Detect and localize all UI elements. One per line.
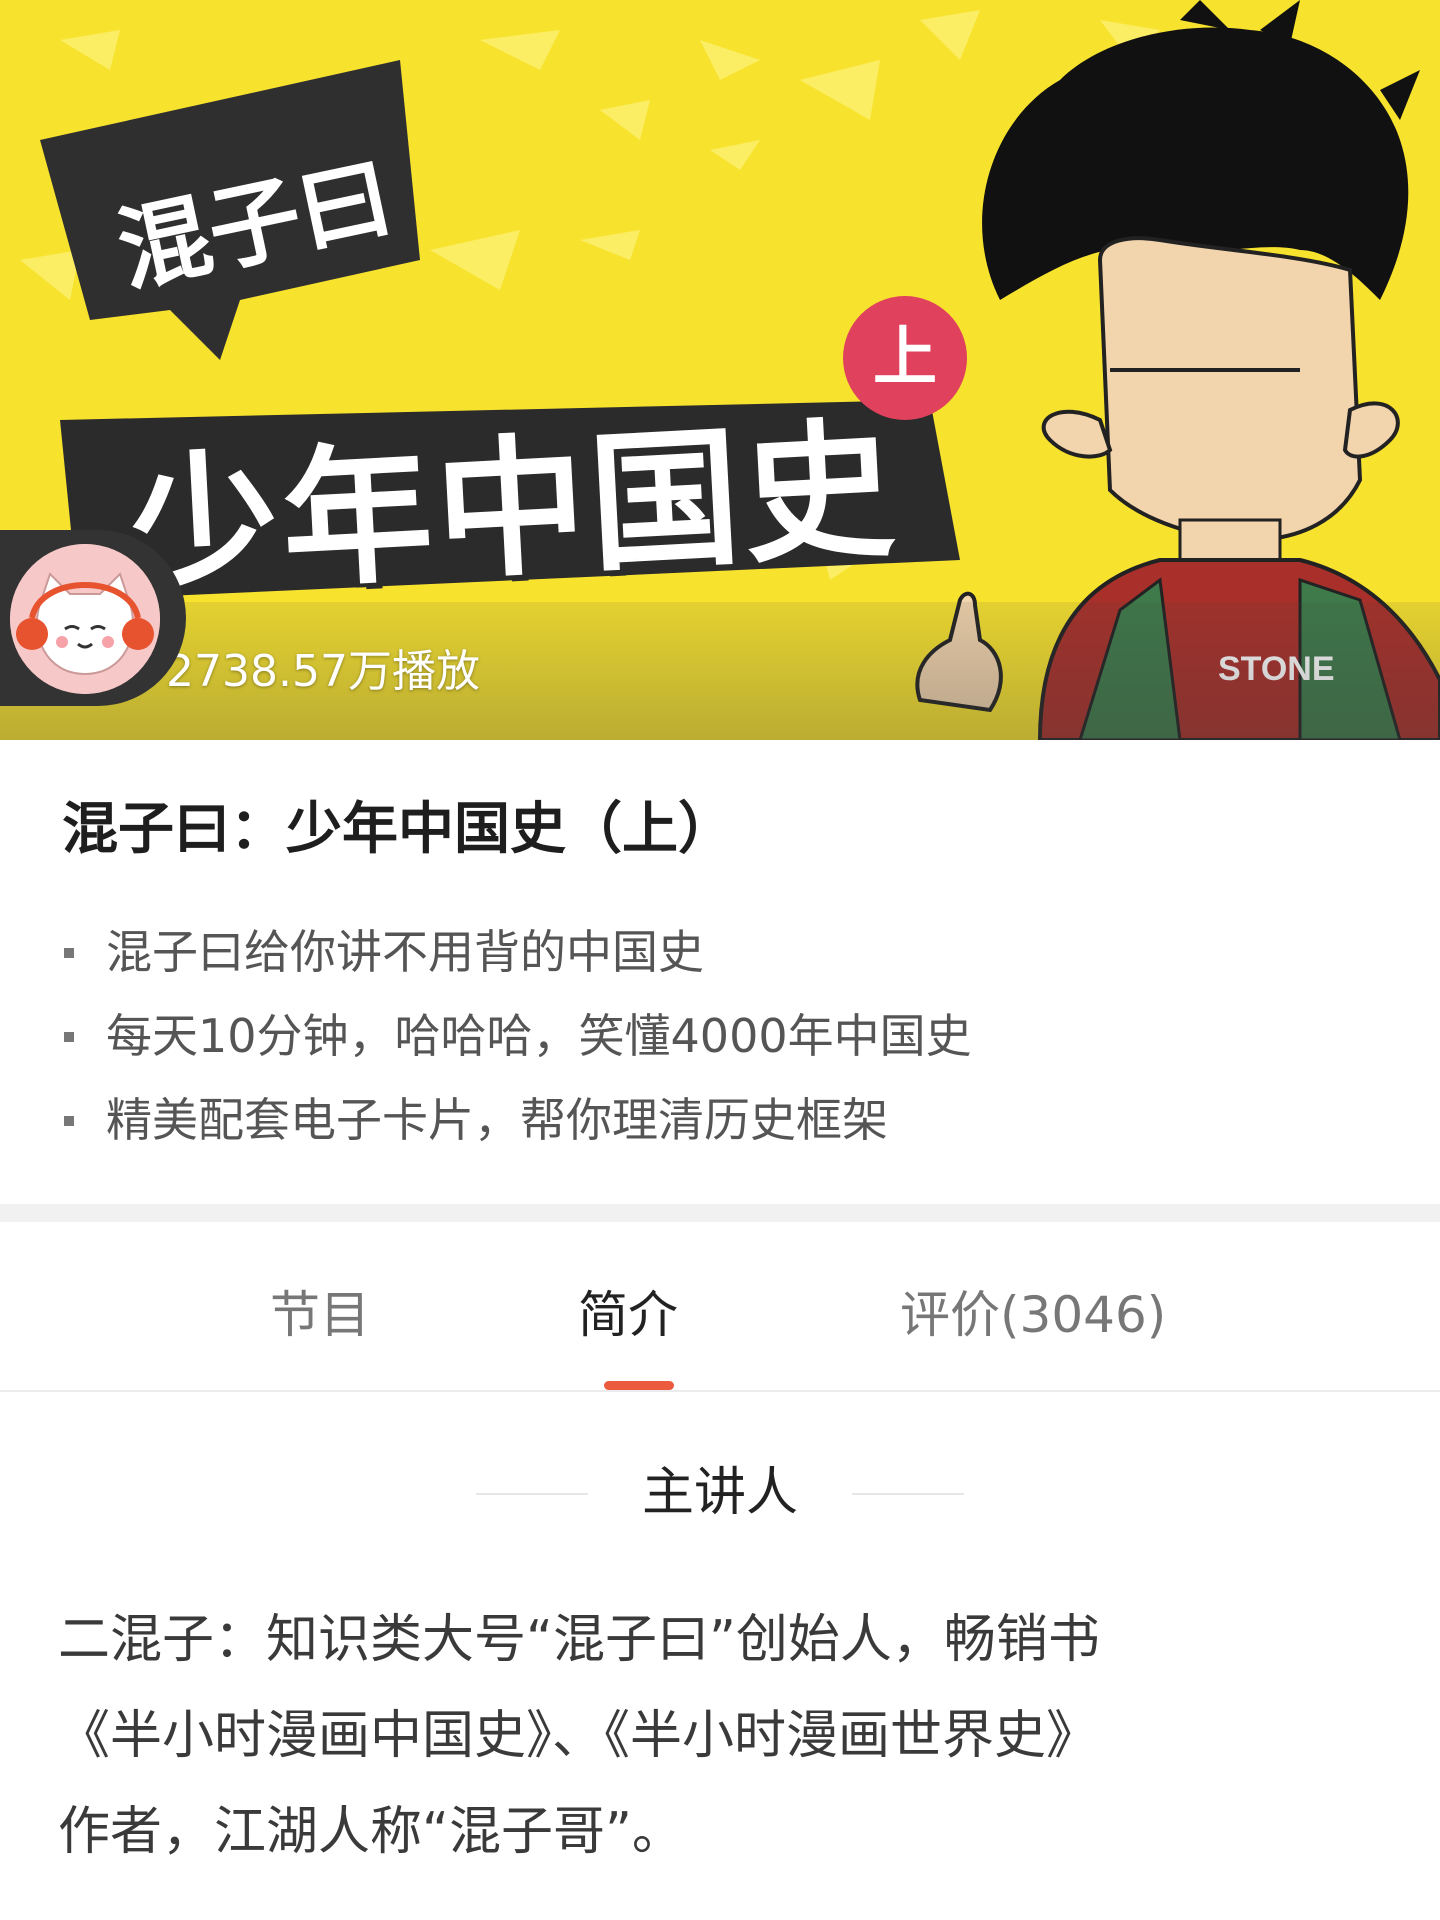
active-tab-indicator bbox=[604, 1381, 674, 1390]
bio-line: 作者，江湖人称“混子哥”。 bbox=[58, 1802, 684, 1862]
feature-item: 混子曰给你讲不用背的中国史 bbox=[62, 910, 972, 994]
speaker-bio: 二混子：知识类大号“混子曰”创始人，畅销书 《半小时漫画中国史》、《半小时漫画世… bbox=[58, 1592, 1378, 1880]
bio-line: 二混子：知识类大号“混子曰”创始人，畅销书 bbox=[58, 1610, 1100, 1670]
course-info: 混子曰：少年中国史（上） 混子曰给你讲不用背的中国史 每天10分钟，哈哈哈，笑懂… bbox=[0, 740, 1440, 1210]
section-divider bbox=[0, 1204, 1440, 1222]
bio-line: 《半小时漫画中国史》、《半小时漫画世界史》 bbox=[58, 1706, 1099, 1766]
feature-text: 每天10分钟，哈哈哈，笑懂4000年中国史 bbox=[106, 1009, 972, 1063]
feature-item: 每天10分钟，哈哈哈，笑懂4000年中国史 bbox=[62, 994, 972, 1078]
bullet-icon bbox=[64, 1032, 74, 1042]
tab-bar: 节目 简介 评价(3046) bbox=[0, 1222, 1440, 1392]
feature-text: 混子曰给你讲不用背的中国史 bbox=[106, 925, 704, 979]
heading-rule-right bbox=[852, 1493, 964, 1495]
avatar[interactable] bbox=[10, 544, 160, 694]
bullet-icon bbox=[64, 948, 74, 958]
course-cover-banner[interactable]: STONE 混子曰 少年中国史 上 2738.57万播放 bbox=[0, 0, 1440, 740]
heading-rule-left bbox=[476, 1493, 588, 1495]
tab-episodes[interactable]: 节目 bbox=[270, 1280, 370, 1350]
cat-mascot-icon bbox=[10, 544, 160, 694]
feature-item: 精美配套电子卡片，帮你理清历史框架 bbox=[62, 1078, 972, 1162]
feature-list: 混子曰给你讲不用背的中国史 每天10分钟，哈哈哈，笑懂4000年中国史 精美配套… bbox=[62, 910, 972, 1162]
author-avatar-frame[interactable] bbox=[0, 530, 186, 706]
feature-text: 精美配套电子卡片，帮你理清历史框架 bbox=[106, 1093, 888, 1147]
section-title: 主讲人 bbox=[641, 1463, 798, 1523]
tab-intro[interactable]: 简介 bbox=[578, 1280, 678, 1350]
character-face bbox=[1097, 236, 1363, 543]
section-heading: 主讲人 bbox=[0, 1458, 1440, 1528]
tab-reviews[interactable]: 评价(3046) bbox=[900, 1280, 1166, 1350]
course-title: 混子曰：少年中国史（上） bbox=[62, 797, 734, 862]
part-badge: 上 bbox=[843, 296, 967, 420]
play-count: 2738.57万播放 bbox=[166, 646, 480, 697]
bullet-icon bbox=[64, 1116, 74, 1126]
